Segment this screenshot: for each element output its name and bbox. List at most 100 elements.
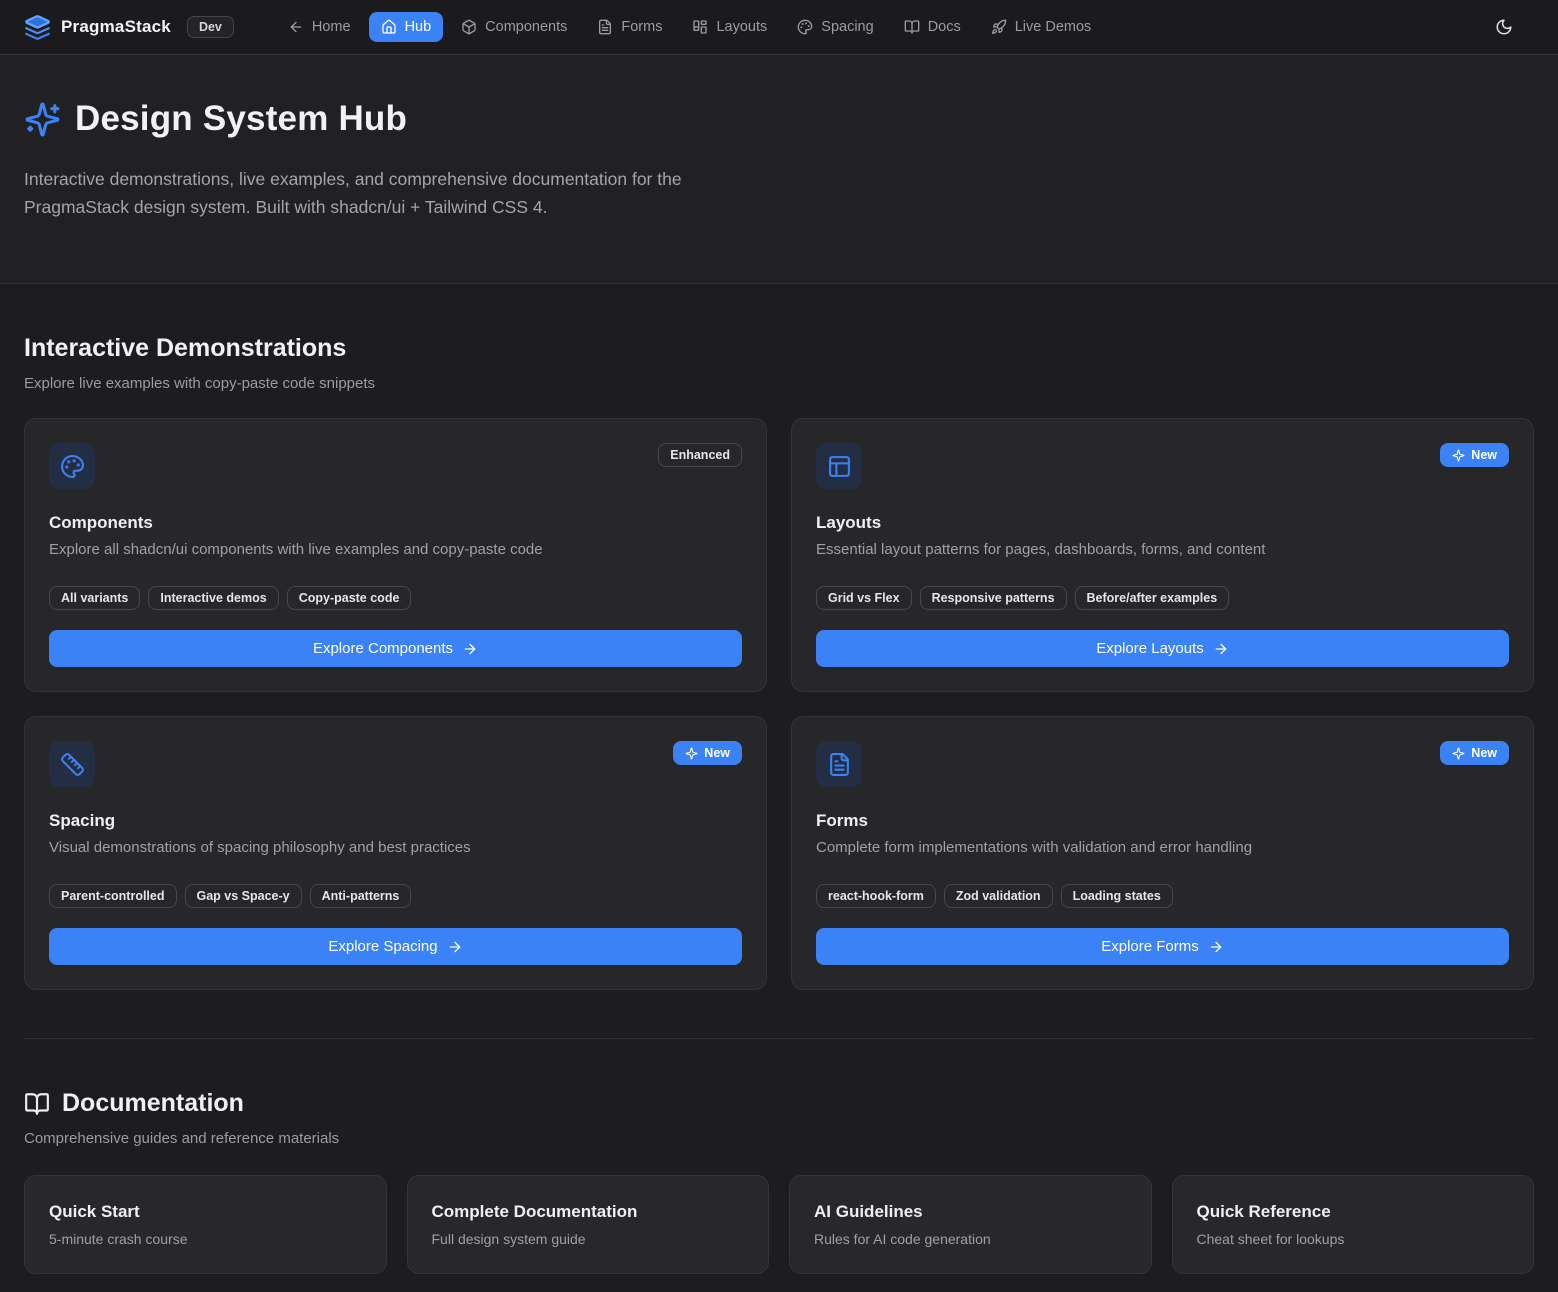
status-badge-label: New: [704, 746, 730, 760]
explore-layouts-button[interactable]: Explore Layouts: [816, 630, 1509, 667]
doc-card-title: Quick Start: [49, 1202, 362, 1222]
nav-item-hub[interactable]: Hub: [369, 12, 444, 42]
page-subtitle: Interactive demonstrations, live example…: [24, 165, 769, 221]
nav-label-forms: Forms: [621, 19, 662, 35]
card-description: Visual demonstrations of spacing philoso…: [49, 839, 742, 856]
arrow-left-icon: [288, 19, 304, 35]
doc-card-title: Complete Documentation: [432, 1202, 745, 1222]
explore-button-label: Explore Components: [313, 640, 453, 657]
card-title: Layouts: [816, 513, 1509, 533]
docs-heading: Documentation: [62, 1089, 244, 1118]
tag: Loading states: [1061, 884, 1173, 908]
palette-icon: [60, 454, 85, 479]
nav-label-layouts: Layouts: [716, 19, 767, 35]
doc-card-description: Rules for AI code generation: [814, 1231, 1127, 1247]
demos-heading: Interactive Demonstrations: [24, 334, 1534, 363]
demo-card-layouts: New Layouts Essential layout patterns fo…: [791, 418, 1534, 692]
nav-label-docs: Docs: [928, 19, 961, 35]
doc-card-ai-guidelines[interactable]: AI Guidelines Rules for AI code generati…: [789, 1175, 1152, 1274]
layouts-icon-tile: [816, 443, 862, 489]
status-badge: New: [673, 741, 742, 765]
card-title: Forms: [816, 811, 1509, 831]
card-description: Essential layout patterns for pages, das…: [816, 541, 1509, 558]
arrow-right-icon: [447, 939, 463, 955]
arrow-right-icon: [1213, 641, 1229, 657]
sparkles-icon: [685, 747, 698, 760]
brand[interactable]: PragmaStack Dev: [24, 14, 234, 41]
doc-card-description: Cheat sheet for lookups: [1197, 1231, 1510, 1247]
sparkles-icon: [1452, 449, 1465, 462]
demo-card-grid: Enhanced Components Explore all shadcn/u…: [24, 418, 1534, 990]
tag: Responsive patterns: [920, 586, 1067, 610]
nav-item-docs[interactable]: Docs: [892, 12, 973, 42]
tag: react-hook-form: [816, 884, 936, 908]
tag: Interactive demos: [148, 586, 278, 610]
panels-top-left-icon: [827, 454, 852, 479]
doc-card-description: Full design system guide: [432, 1231, 745, 1247]
palette-icon: [797, 19, 813, 35]
nav-label-spacing: Spacing: [821, 19, 873, 35]
explore-forms-button[interactable]: Explore Forms: [816, 928, 1509, 965]
tag: Copy-paste code: [287, 586, 412, 610]
nav-label-live-demos: Live Demos: [1015, 19, 1092, 35]
sparkles-icon: [1452, 747, 1465, 760]
nav-item-forms[interactable]: Forms: [585, 12, 674, 42]
main-content: Interactive Demonstrations Explore live …: [0, 284, 1558, 1292]
tag-row: All variants Interactive demos Copy-past…: [49, 586, 742, 610]
doc-card-quick-start[interactable]: Quick Start 5-minute crash course: [24, 1175, 387, 1274]
nav-item-home[interactable]: Home: [276, 12, 363, 42]
tag-row: Grid vs Flex Responsive patterns Before/…: [816, 586, 1509, 610]
docs-subheading: Comprehensive guides and reference mater…: [24, 1130, 1534, 1147]
hero-section: Design System Hub Interactive demonstrat…: [0, 55, 1558, 284]
demo-card-forms: New Forms Complete form implementations …: [791, 716, 1534, 990]
card-description: Explore all shadcn/ui components with li…: [49, 541, 742, 558]
rocket-icon: [991, 19, 1007, 35]
forms-icon-tile: [816, 741, 862, 787]
nav-item-components[interactable]: Components: [449, 12, 579, 42]
doc-card-title: Quick Reference: [1197, 1202, 1510, 1222]
main-nav: Home Hub Components Forms Layouts: [276, 12, 1103, 42]
tag: Before/after examples: [1075, 586, 1230, 610]
home-icon: [381, 19, 397, 35]
explore-button-label: Explore Forms: [1101, 938, 1199, 955]
nav-item-spacing[interactable]: Spacing: [785, 12, 885, 42]
tag: Anti-patterns: [310, 884, 412, 908]
top-navbar: PragmaStack Dev Home Hub Components Fo: [0, 0, 1558, 55]
docs-card-grid: Quick Start 5-minute crash course Comple…: [24, 1175, 1534, 1292]
book-open-icon: [904, 19, 920, 35]
status-badge: New: [1440, 443, 1509, 467]
theme-toggle-button[interactable]: [1486, 9, 1522, 45]
components-icon-tile: [49, 443, 95, 489]
doc-card-complete-documentation[interactable]: Complete Documentation Full design syste…: [407, 1175, 770, 1274]
tag: Parent-controlled: [49, 884, 177, 908]
file-text-icon: [827, 752, 852, 777]
env-badge: Dev: [187, 16, 234, 38]
explore-button-label: Explore Layouts: [1096, 640, 1204, 657]
arrow-right-icon: [462, 641, 478, 657]
tag: Grid vs Flex: [816, 586, 912, 610]
tag: Zod validation: [944, 884, 1053, 908]
demo-card-components: Enhanced Components Explore all shadcn/u…: [24, 418, 767, 692]
status-badge-label: New: [1471, 448, 1497, 462]
card-title: Components: [49, 513, 742, 533]
nav-label-components: Components: [485, 19, 567, 35]
ruler-icon: [60, 752, 85, 777]
doc-card-description: 5-minute crash course: [49, 1231, 362, 1247]
moon-icon: [1495, 18, 1513, 36]
docs-section-head: Documentation Comprehensive guides and r…: [24, 1039, 1534, 1147]
status-badge: Enhanced: [658, 443, 742, 467]
box-icon: [461, 19, 477, 35]
explore-components-button[interactable]: Explore Components: [49, 630, 742, 667]
doc-card-quick-reference[interactable]: Quick Reference Cheat sheet for lookups: [1172, 1175, 1535, 1274]
explore-spacing-button[interactable]: Explore Spacing: [49, 928, 742, 965]
spacing-icon-tile: [49, 741, 95, 787]
nav-label-hub: Hub: [405, 19, 432, 35]
page-title: Design System Hub: [75, 99, 407, 139]
file-text-icon: [597, 19, 613, 35]
tag-row: react-hook-form Zod validation Loading s…: [816, 884, 1509, 908]
nav-item-layouts[interactable]: Layouts: [680, 12, 779, 42]
sparkles-icon: [24, 101, 61, 138]
card-description: Complete form implementations with valid…: [816, 839, 1509, 856]
nav-item-live-demos[interactable]: Live Demos: [979, 12, 1104, 42]
nav-label-home: Home: [312, 19, 351, 35]
